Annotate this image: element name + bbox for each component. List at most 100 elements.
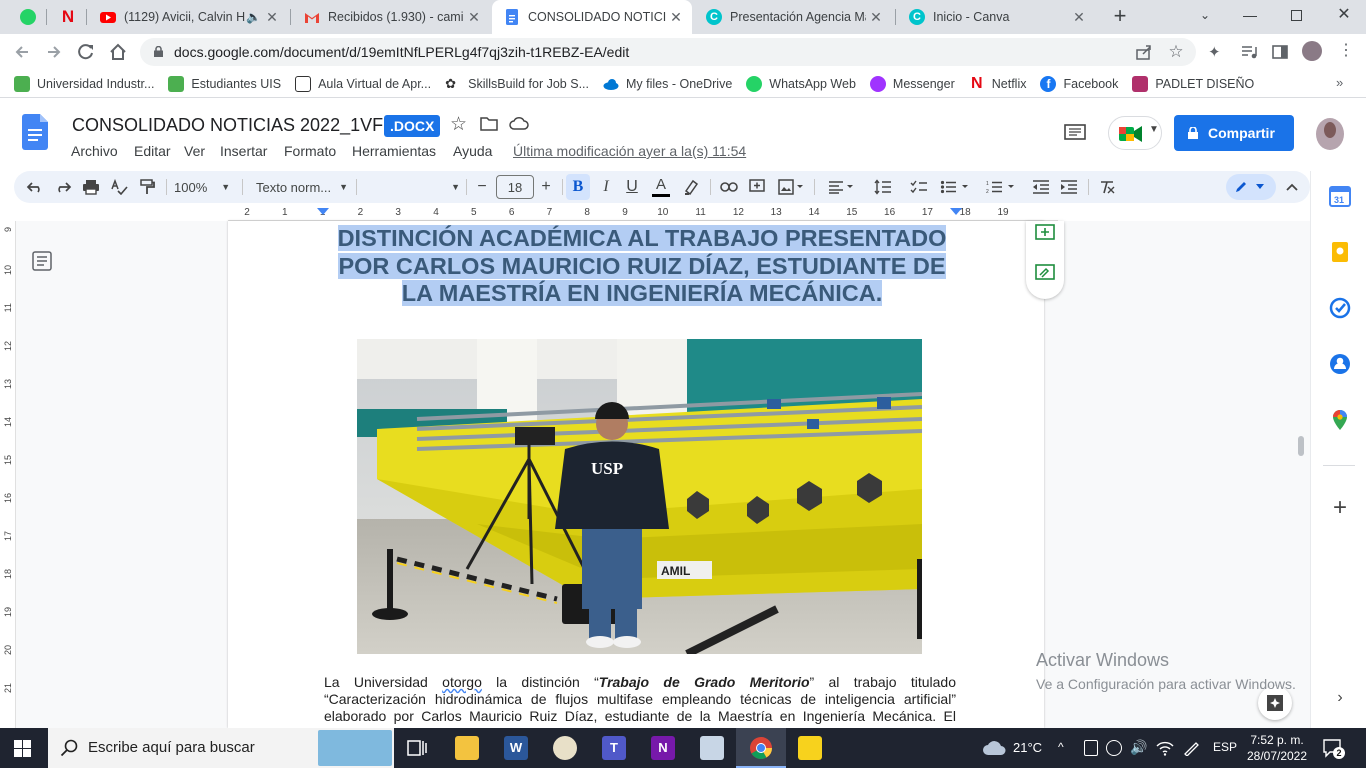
windows-start-icon[interactable]	[14, 740, 31, 757]
document-body-text[interactable]: La Universidad otorgo la distinción “Tra…	[324, 674, 956, 725]
comments-icon[interactable]	[1064, 124, 1086, 142]
menu-editar[interactable]: Editar	[134, 143, 171, 159]
teams-icon[interactable]: T	[602, 736, 626, 760]
font-size-input[interactable]: 18	[496, 175, 534, 199]
user-avatar[interactable]	[1316, 118, 1344, 150]
address-input[interactable]: docs.google.com/document/d/19emItNfLPERL…	[140, 38, 1196, 66]
document-photo[interactable]: USP AMIL	[357, 339, 922, 654]
insert-link-icon[interactable]	[716, 171, 742, 203]
share-button[interactable]: Compartir	[1174, 115, 1294, 151]
profile-avatar[interactable]	[1302, 41, 1322, 61]
tab-gmail[interactable]: Recibidos (1.930) - camila ✕	[292, 0, 490, 34]
tab-inicio-canva[interactable]: C Inicio - Canva ✕	[897, 0, 1095, 34]
more-bookmarks-icon[interactable]: »	[1336, 75, 1350, 90]
tab-presentacion-agencia[interactable]: C Presentación Agencia Ma ✕	[694, 0, 892, 34]
tray-chevron-icon[interactable]: ^	[1058, 740, 1064, 754]
document-outline-icon[interactable]	[32, 251, 52, 271]
close-tab-icon[interactable]: ✕	[1069, 9, 1089, 26]
docs-home-icon[interactable]	[22, 114, 48, 150]
back-icon[interactable]	[12, 42, 32, 62]
bookmark-whatsapp-web[interactable]: WhatsApp Web	[746, 75, 856, 92]
vertical-ruler[interactable]: 9 10 11 12 13 14 15 16 17 18 19 20 21	[0, 221, 16, 728]
forward-icon[interactable]	[44, 42, 64, 62]
line-spacing-icon[interactable]	[870, 171, 896, 203]
tab-whatsapp[interactable]	[8, 0, 44, 34]
wifi-icon[interactable]	[1156, 740, 1174, 756]
add-comment-icon[interactable]	[744, 171, 770, 203]
document-heading[interactable]: DISTINCIÓN ACADÉMICA AL TRABAJO PRESENTA…	[326, 225, 958, 308]
increase-font-size-button[interactable]: +	[536, 171, 556, 203]
tasks-icon[interactable]	[1329, 297, 1351, 319]
taskbar-search-input[interactable]: Escribe aquí para buscar	[48, 728, 394, 768]
reload-icon[interactable]	[76, 42, 96, 62]
tab-youtube[interactable]: (1129) Avicii, Calvin H 🔈 ✕	[88, 0, 288, 34]
minimize-button[interactable]	[1243, 16, 1257, 17]
device-icon[interactable]	[1084, 740, 1098, 756]
bookmark-estudiantes-uis[interactable]: Estudiantes UIS	[168, 75, 281, 92]
increase-indent-icon[interactable]	[1056, 171, 1082, 203]
insert-image-icon[interactable]	[774, 171, 808, 203]
document-title[interactable]: CONSOLIDADO NOTICIAS 2022_1VF	[72, 115, 383, 136]
bookmark-skillsbuild[interactable]: ✿ SkillsBuild for Job S...	[445, 76, 589, 92]
word-icon[interactable]: W	[504, 736, 528, 760]
side-panel-icon[interactable]	[1271, 43, 1289, 61]
bold-button[interactable]: B	[566, 174, 590, 200]
bookmark-padlet[interactable]: PADLET DISEÑO	[1132, 75, 1254, 92]
decrease-indent-icon[interactable]	[1028, 171, 1054, 203]
italic-button[interactable]: I	[594, 171, 618, 203]
tab-consolidado-noticias[interactable]: CONSOLIDADO NOTICIAS ✕	[492, 0, 692, 34]
clock[interactable]: 7:52 p. m. 28/07/2022	[1246, 732, 1308, 764]
location-icon[interactable]	[1106, 740, 1122, 756]
hide-menus-chevron-icon[interactable]	[1280, 171, 1304, 203]
underline-button[interactable]: U	[620, 171, 644, 203]
calendar-icon[interactable]: 31	[1329, 185, 1351, 207]
file-format-badge[interactable]: .DOCX	[384, 115, 441, 137]
tab-search-chevron-icon[interactable]: ⌄	[1196, 8, 1214, 26]
left-indent-marker[interactable]	[317, 208, 329, 215]
redo-icon[interactable]	[50, 171, 76, 203]
onenote-icon[interactable]: N	[651, 736, 675, 760]
close-tab-icon[interactable]: ✕	[262, 9, 282, 26]
maps-icon[interactable]	[1329, 409, 1351, 431]
media-control-icon[interactable]	[1240, 43, 1258, 61]
suggest-edits-icon[interactable]	[1035, 264, 1055, 284]
close-window-button[interactable]: ✕	[1335, 4, 1353, 26]
right-indent-marker[interactable]	[950, 208, 962, 215]
numbered-list-icon[interactable]: 12	[982, 171, 1020, 203]
font-select[interactable]: ▼	[364, 171, 460, 203]
checklist-icon[interactable]	[906, 171, 932, 203]
menu-herramientas[interactable]: Herramientas	[352, 143, 436, 159]
temperature-label[interactable]: 21°C	[1013, 740, 1042, 755]
highlight-icon[interactable]	[678, 171, 704, 203]
cloud-saved-icon[interactable]	[509, 116, 529, 131]
move-folder-icon[interactable]	[480, 116, 498, 131]
bulleted-list-icon[interactable]	[936, 171, 974, 203]
task-view-icon[interactable]	[406, 737, 428, 759]
close-tab-icon[interactable]: ✕	[464, 9, 484, 26]
file-explorer-icon[interactable]	[455, 736, 479, 760]
text-color-button[interactable]: A	[648, 171, 674, 203]
clear-formatting-icon[interactable]	[1094, 171, 1120, 203]
editing-mode-button[interactable]	[1226, 174, 1276, 200]
browser-menu-icon[interactable]: ⋮	[1338, 42, 1354, 62]
pen-icon[interactable]	[1182, 740, 1200, 756]
horizontal-ruler[interactable]: 2 1 1 2 3 4 5 6 7 8 9 10 11 12 13 14 15 16 17 18 19	[228, 205, 1058, 221]
restore-button[interactable]	[1291, 10, 1302, 21]
add-comment-icon[interactable]	[1035, 224, 1055, 244]
paint-icon[interactable]	[553, 736, 577, 760]
menu-ver[interactable]: Ver	[184, 143, 205, 159]
menu-ayuda[interactable]: Ayuda	[453, 143, 492, 159]
bookmark-star-icon[interactable]: ☆	[1166, 42, 1186, 62]
remote-desktop-icon[interactable]	[700, 736, 724, 760]
print-icon[interactable]	[78, 171, 104, 203]
menu-archivo[interactable]: Archivo	[71, 143, 118, 159]
bookmark-aula-virtual[interactable]: Aula Virtual de Apr...	[295, 75, 431, 92]
keep-icon[interactable]	[1329, 241, 1351, 263]
chrome-taskbar-button[interactable]	[736, 728, 786, 768]
menu-insertar[interactable]: Insertar	[220, 143, 267, 159]
bookmark-messenger[interactable]: Messenger	[869, 75, 955, 92]
spellcheck-icon[interactable]	[106, 171, 132, 203]
add-addon-icon[interactable]: +	[1329, 496, 1351, 520]
bookmark-netflix[interactable]: N Netflix	[969, 75, 1027, 92]
zoom-select[interactable]: 100% ▼	[174, 171, 236, 203]
